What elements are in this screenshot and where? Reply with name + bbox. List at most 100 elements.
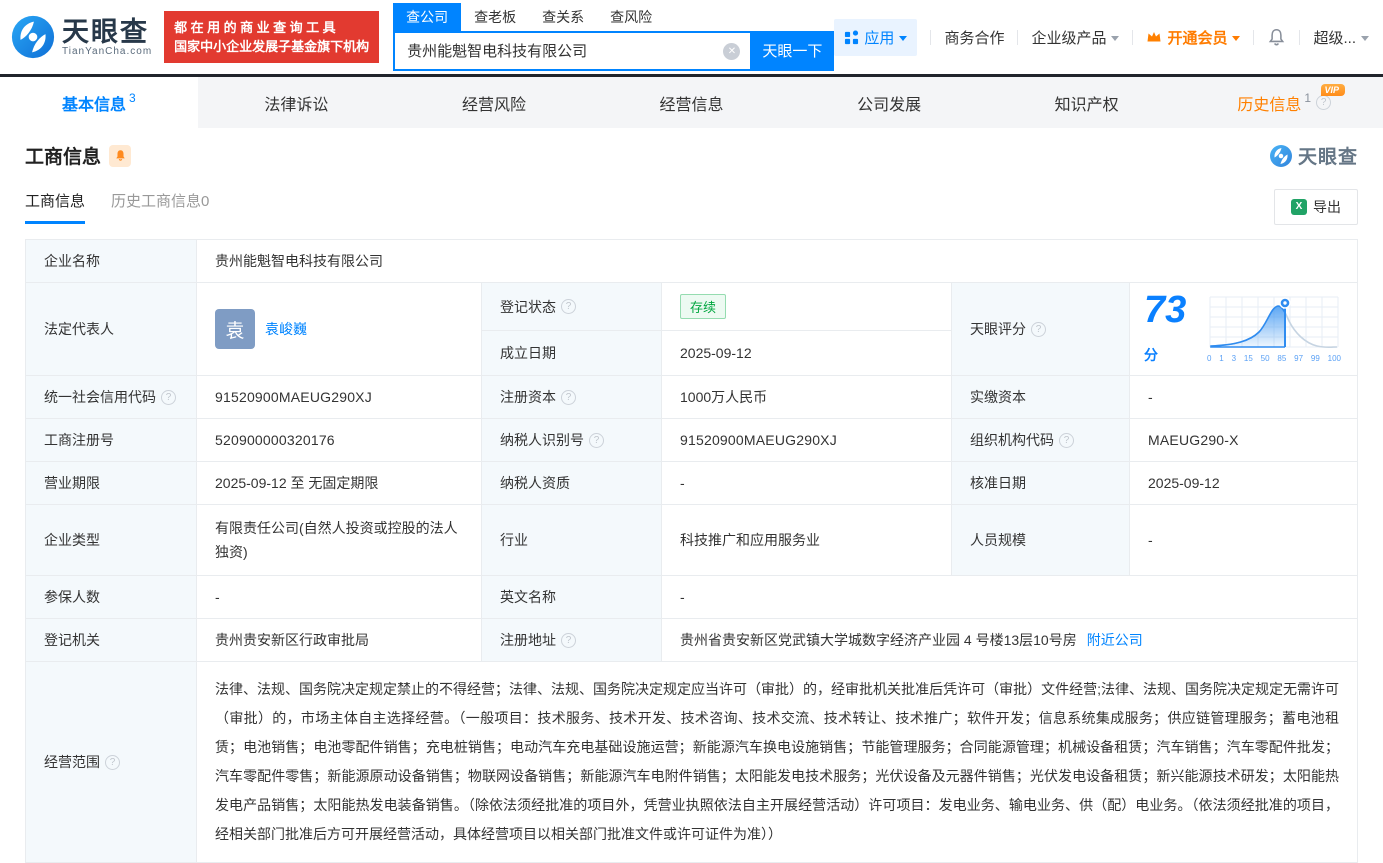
company-name-label: 企业名称 xyxy=(26,240,196,282)
nav-divider xyxy=(1017,29,1019,45)
tab-basic-info[interactable]: 基本信息 3 xyxy=(0,77,198,128)
table-row: 登记机关 贵州贵安新区行政审批局 注册地址 贵州省贵安新区党武镇大学城数字经济产… xyxy=(26,619,1357,662)
section-title: 工商信息 xyxy=(25,147,102,168)
paid-capital-label: 实缴资本 xyxy=(951,376,1129,418)
score-number: 73分 xyxy=(1144,289,1187,363)
question-icon[interactable] xyxy=(105,754,120,770)
tab-legal-litigation[interactable]: 法律诉讼 xyxy=(198,77,396,128)
status-badge: 存续 xyxy=(680,294,727,319)
search-tab-company[interactable]: 查公司 xyxy=(393,2,462,31)
search-button[interactable]: 天眼一下 xyxy=(750,30,835,71)
table-row: 企业名称 贵州能魁智电科技有限公司 xyxy=(26,240,1357,283)
vip-badge: VIP xyxy=(1320,84,1346,96)
company-name-value: 贵州能魁智电科技有限公司 xyxy=(196,240,1357,282)
business-scope-value: 法律、法规、国务院决定规定禁止的不得经营；法律、法规、国务院决定规定应当许可（审… xyxy=(196,662,1357,862)
logo[interactable]: 天眼查 TianYanCha.com xyxy=(10,14,152,60)
reg-status-value: 存续 xyxy=(662,283,951,330)
establish-date-label: 成立日期 xyxy=(482,331,662,375)
reg-authority-value: 贵州贵安新区行政审批局 xyxy=(196,619,481,661)
question-icon[interactable] xyxy=(561,632,576,648)
question-icon[interactable] xyxy=(589,432,604,448)
nav-open-vip[interactable]: 开通会员 xyxy=(1146,27,1241,48)
business-term-label: 营业期限 xyxy=(26,462,196,504)
export-label: 导出 xyxy=(1313,199,1341,215)
table-row: 参保人数 - 英文名称 - xyxy=(26,576,1357,619)
score-label: 天眼评分 xyxy=(951,283,1129,375)
caret-down-icon xyxy=(1361,35,1369,41)
tianyancha-watermark-icon xyxy=(1269,144,1292,167)
search-input[interactable] xyxy=(395,32,751,69)
tianyancha-logo-icon xyxy=(11,15,55,59)
nav-divider xyxy=(1299,29,1301,45)
subtab-row: 工商信息 历史工商信息0 X 导出 xyxy=(25,189,1358,225)
search-tabs: 查公司 查老板 查关系 查风险 xyxy=(393,2,834,31)
score-axis: 0 1 3 15 50 85 97 99 100 xyxy=(1207,354,1341,363)
taxpayer-quality-value: - xyxy=(661,462,951,504)
page: 天眼查 TianYanCha.com 都在用的商业查询工具 国家中小企业发展子基… xyxy=(0,0,1383,863)
legal-rep-name-link[interactable]: 袁峻巍 xyxy=(265,319,307,339)
watermark-text: 天眼查 xyxy=(1297,147,1358,168)
status-subrow: 登记状态 存续 xyxy=(482,283,951,330)
search-area: 查公司 查老板 查关系 查风险 ✕ 天眼一下 xyxy=(393,2,835,71)
question-icon[interactable] xyxy=(161,389,176,405)
search-tab-risk[interactable]: 查风险 xyxy=(597,3,665,31)
watermark-logo: 天眼查 xyxy=(1269,142,1358,169)
header: 天眼查 TianYanCha.com 都在用的商业查询工具 国家中小企业发展子基… xyxy=(0,0,1383,74)
tab-operation-risk[interactable]: 经营风险 xyxy=(395,77,593,128)
business-info-table: 企业名称 贵州能魁智电科技有限公司 法定代表人 袁 袁峻巍 登记状态 存续 xyxy=(25,239,1358,863)
insured-count-value: - xyxy=(196,576,481,618)
legal-rep-label: 法定代表人 xyxy=(26,283,196,375)
taxpayer-id-value: 91520900MAEUG290XJ xyxy=(661,419,951,461)
tab-count: 3 xyxy=(128,90,136,105)
reg-capital-label: 注册资本 xyxy=(481,376,661,418)
nav-cooperation[interactable]: 商务合作 xyxy=(944,27,1004,48)
approval-date-value: 2025-09-12 xyxy=(1129,462,1357,504)
nav-open-vip-label: 开通会员 xyxy=(1167,29,1228,47)
caret-down-icon xyxy=(1232,35,1241,41)
nearby-companies-link[interactable]: 附近公司 xyxy=(1087,630,1143,650)
subscribe-bell-icon[interactable] xyxy=(109,144,132,167)
reg-number-value: 520900000320176 xyxy=(196,419,481,461)
reg-number-label: 工商注册号 xyxy=(26,419,196,461)
subtab-history-business-info[interactable]: 历史工商信息0 xyxy=(111,190,209,224)
taxpayer-quality-label: 纳税人资质 xyxy=(481,462,661,504)
promo-line1: 都在用的商业查询工具 xyxy=(174,20,340,35)
crown-icon xyxy=(1147,32,1161,42)
nav-divider xyxy=(930,29,932,45)
subtab-business-info[interactable]: 工商信息 xyxy=(25,190,86,224)
header-nav: 应用 商务合作 企业级产品 开通会员 超级... xyxy=(834,18,1369,56)
approval-date-label: 核准日期 xyxy=(951,462,1129,504)
section-header: 工商信息 天眼查 xyxy=(25,142,1358,169)
apps-grid-icon xyxy=(845,29,859,44)
tab-label: 经营信息 xyxy=(659,96,724,114)
question-icon[interactable] xyxy=(1031,321,1046,337)
nav-divider xyxy=(1253,29,1255,45)
staff-size-label: 人员规模 xyxy=(951,505,1129,575)
nav-super-vip[interactable]: 超级... xyxy=(1313,27,1369,48)
nav-enterprise-label: 企业级产品 xyxy=(1031,29,1107,47)
reg-address-value: 贵州省贵安新区党武镇大学城数字经济产业园 4 号楼13层10号房 附近公司 xyxy=(661,619,1357,661)
export-button[interactable]: X 导出 xyxy=(1274,189,1358,225)
logo-title: 天眼查 xyxy=(62,16,149,47)
tab-history-info[interactable]: VIP 历史信息 1 xyxy=(1185,77,1383,128)
main-content: 工商信息 天眼查 工商信息 历史工商信息0 X 导出 企业名称 贵州能魁智电科技… xyxy=(0,128,1383,863)
search-tab-boss[interactable]: 查老板 xyxy=(461,3,529,31)
question-icon[interactable] xyxy=(1316,95,1332,110)
question-icon[interactable] xyxy=(561,299,576,314)
table-row: 法定代表人 袁 袁峻巍 登记状态 存续 成立日期 xyxy=(26,283,1357,376)
search-tab-relation[interactable]: 查关系 xyxy=(529,3,597,31)
question-icon[interactable] xyxy=(561,389,576,405)
tab-intellectual-property[interactable]: 知识产权 xyxy=(988,77,1186,128)
tab-operation-info[interactable]: 经营信息 xyxy=(593,77,791,128)
clear-icon[interactable]: ✕ xyxy=(723,42,741,60)
tab-company-development[interactable]: 公司发展 xyxy=(790,77,988,128)
establish-subrow: 成立日期 2025-09-12 xyxy=(482,330,951,375)
search-row: ✕ 天眼一下 xyxy=(393,30,835,71)
question-icon[interactable] xyxy=(1059,432,1074,448)
nav-apps[interactable]: 应用 xyxy=(834,18,918,56)
table-row: 统一社会信用代码 91520900MAEUG290XJ 注册资本 1000万人民… xyxy=(26,376,1357,419)
legal-rep-avatar[interactable]: 袁 xyxy=(215,309,255,349)
insured-count-label: 参保人数 xyxy=(26,576,196,618)
nav-enterprise[interactable]: 企业级产品 xyxy=(1031,27,1120,48)
notification-bell-icon[interactable] xyxy=(1267,28,1286,47)
